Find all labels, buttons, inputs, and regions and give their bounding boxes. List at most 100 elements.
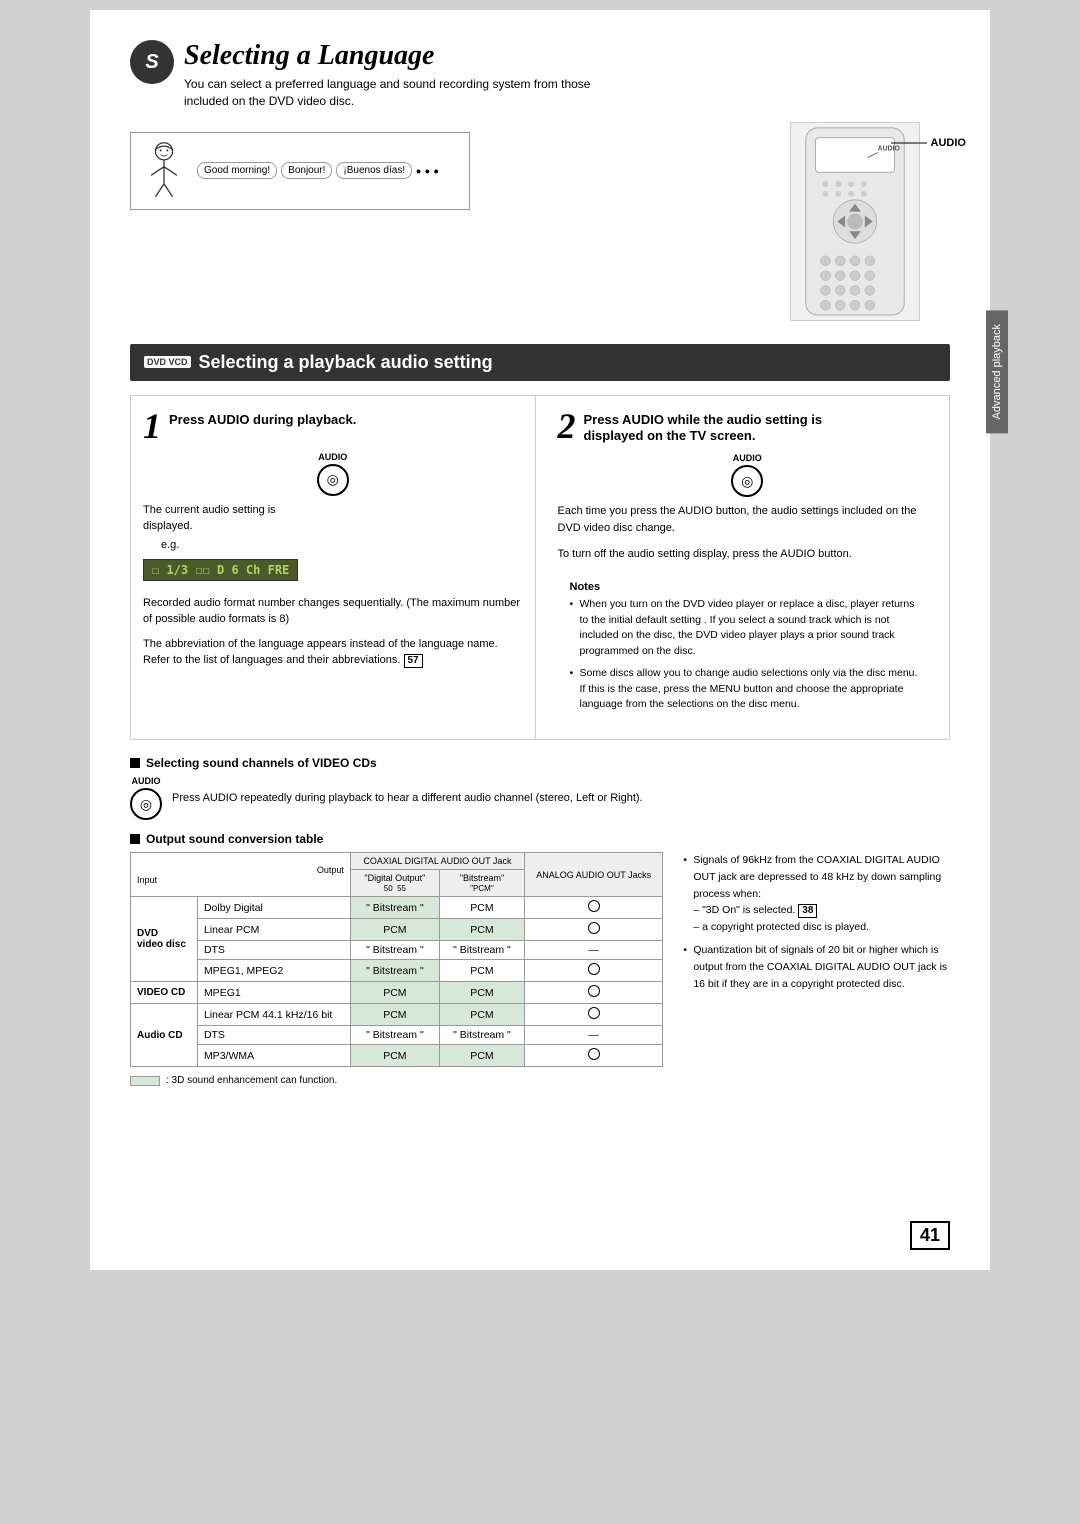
bottom-notes-area: Signals of 96kHz from the COAXIAL DIGITA… xyxy=(683,852,950,1086)
step-2-notes: Notes When you turn on the DVD video pla… xyxy=(558,573,938,727)
section-header: DVD VCD Selecting a playback audio setti… xyxy=(130,344,950,381)
table-cell-mp3wma-analog xyxy=(525,1045,663,1067)
person-figure xyxy=(139,141,189,201)
step-1-body: The current audio setting is displayed. xyxy=(143,502,523,535)
step-2-header: 2 Press AUDIO while the audio setting is… xyxy=(558,408,938,446)
step-2: 2 Press AUDIO while the audio setting is… xyxy=(546,396,950,740)
table-row: VIDEO CD MPEG1 PCM PCM xyxy=(131,982,663,1004)
table-cell-mpeg12: MPEG1, MPEG2 xyxy=(197,960,350,982)
table-cell-dts2: DTS xyxy=(197,1026,350,1045)
table-cell-lpcm441-analog xyxy=(525,1004,663,1026)
table-cell-lpcm: Linear PCM xyxy=(197,919,350,941)
table-group-vcd: VIDEO CD xyxy=(131,982,198,1004)
table-digital-output-header: "Digital Output"50 55 xyxy=(350,870,439,897)
table-cell-dts-analog: — xyxy=(525,941,663,960)
top-area: Good morning! Bonjour! ¡Buenos días! • •… xyxy=(130,122,950,324)
table-row: Audio CD Linear PCM 44.1 kHz/16 bit PCM … xyxy=(131,1004,663,1026)
legend-text: : 3D sound enhancement can function. xyxy=(166,1075,337,1086)
sound-channels-body: AUDIO ◎ Press AUDIO repeatedly during pl… xyxy=(130,776,950,820)
bottom-note-1: Signals of 96kHz from the COAXIAL DIGITA… xyxy=(683,852,950,936)
bottom-notes-list: Signals of 96kHz from the COAXIAL DIGITA… xyxy=(683,852,950,992)
table-cell-mpeg1-pcm: PCM xyxy=(439,982,524,1004)
black-square-icon-2 xyxy=(130,834,140,844)
step-1-audio-button: AUDIO ◎ xyxy=(143,452,523,496)
table-cell-dolby-bs: " Bitstream " xyxy=(350,897,439,919)
output-table-title: Output sound conversion table xyxy=(130,832,950,846)
table-cell-mp3wma: MP3/WMA xyxy=(197,1045,350,1067)
sound-channels-audio-btn: AUDIO ◎ xyxy=(130,776,162,820)
table-cell-mpeg1: MPEG1 xyxy=(197,982,350,1004)
section-icon: DVD VCD xyxy=(144,356,191,369)
table-area: Output Input COAXIAL DIGITAL AUDIO OUT J… xyxy=(130,852,663,1086)
page-title-section: S Selecting a Language You can select a … xyxy=(130,40,950,110)
bottom-area: Output Input COAXIAL DIGITAL AUDIO OUT J… xyxy=(130,852,950,1086)
audio-remote-label: AUDIO xyxy=(891,136,966,150)
table-cell-mpeg12-pcm: PCM xyxy=(439,960,524,982)
step-1-btn-circle: ◎ xyxy=(317,464,349,496)
table-group-dvd: DVDvideo disc xyxy=(131,897,198,982)
table-cell-dts2-pcm: " Bitstream " xyxy=(439,1026,524,1045)
table-cell-dolby-pcm: PCM xyxy=(439,897,524,919)
bubble-good-morning: Good morning! xyxy=(197,162,281,179)
section-title: Selecting a playback audio setting xyxy=(199,352,493,373)
step-1-page-ref: 57 xyxy=(404,654,423,668)
page-title: Selecting a Language xyxy=(184,40,590,72)
table-cell-lpcm-bs: PCM xyxy=(350,919,439,941)
notes-list: When you turn on the DVD video player or… xyxy=(570,597,926,713)
steps-container: 1 Press AUDIO during playback. AUDIO ◎ T… xyxy=(130,395,950,741)
note-item-2: Some discs allow you to change audio sel… xyxy=(570,666,926,713)
table-cell-lpcm441-bs: PCM xyxy=(350,1004,439,1026)
step-2-body2: To turn off the audio setting display, p… xyxy=(558,546,938,563)
table-cell-dts2-bs: " Bitstream " xyxy=(350,1026,439,1045)
sound-channels-btn-circle: ◎ xyxy=(130,788,162,820)
table-group-audiocd: Audio CD xyxy=(131,1004,198,1067)
step-1-number: 1 xyxy=(143,408,161,444)
table-cell-mp3wma-bs: PCM xyxy=(350,1045,439,1067)
table-cell-mp3wma-pcm: PCM xyxy=(439,1045,524,1067)
black-square-icon xyxy=(130,758,140,768)
table-cell-lpcm-analog xyxy=(525,919,663,941)
remote-area: AUDIO AUDIO xyxy=(790,122,950,324)
step-1-header: 1 Press AUDIO during playback. xyxy=(143,408,523,444)
table-cell-dts-pcm: " Bitstream " xyxy=(439,941,524,960)
step-1-title: Press AUDIO during playback. xyxy=(169,412,356,429)
bottom-note-2: Quantization bit of signals of 20 bit or… xyxy=(683,942,950,992)
step-1-body4: The abbreviation of the language appears… xyxy=(143,636,523,669)
table-row: DTS " Bitstream " " Bitstream " — xyxy=(131,1026,663,1045)
notes-title: Notes xyxy=(570,581,926,593)
bubble-text-bonjour: Bonjour! xyxy=(281,162,332,179)
step-2-number: 2 xyxy=(558,408,576,444)
bubble-text-gm: Good morning! xyxy=(197,162,277,179)
sound-channels-section: Selecting sound channels of VIDEO CDs AU… xyxy=(130,756,950,820)
sound-channels-title: Selecting sound channels of VIDEO CDs xyxy=(130,756,950,770)
step-1-display: ☐ 1/3 ☐☐ D 6 Ch FRE xyxy=(143,559,298,581)
table-cell-dts: DTS xyxy=(197,941,350,960)
step-2-audio-label: AUDIO xyxy=(733,453,762,463)
table-cell-lpcm-pcm: PCM xyxy=(439,919,524,941)
illustration-area: Good morning! Bonjour! ¡Buenos días! • •… xyxy=(130,122,770,210)
ellipsis-dots: • • • xyxy=(416,163,438,179)
table-cell-mpeg1-analog xyxy=(525,982,663,1004)
output-table-section: Output sound conversion table Output Inp… xyxy=(130,832,950,1086)
table-cell-mpeg1-bs: PCM xyxy=(350,982,439,1004)
page-subtitle: You can select a preferred language and … xyxy=(184,76,590,110)
step-1-audio-label: AUDIO xyxy=(318,452,347,462)
remote-svg: AUDIO xyxy=(790,122,920,321)
table-row: Linear PCM PCM PCM xyxy=(131,919,663,941)
table-input-output-header: Output Input xyxy=(131,853,351,897)
step-2-audio-button: AUDIO ◎ xyxy=(558,453,938,497)
table-cell-lpcm441: Linear PCM 44.1 kHz/16 bit xyxy=(197,1004,350,1026)
legend-box xyxy=(130,1076,160,1086)
table-row: MP3/WMA PCM PCM xyxy=(131,1045,663,1067)
step-1-body3: Recorded audio format number changes seq… xyxy=(143,595,523,628)
section-tab: Advanced playback xyxy=(986,310,1008,433)
bubble-text-buenos: ¡Buenos días! xyxy=(336,162,412,179)
table-cell-dts2-analog: — xyxy=(525,1026,663,1045)
page-number: 41 xyxy=(910,1221,950,1250)
speech-bubbles: Good morning! Bonjour! ¡Buenos días! • •… xyxy=(130,132,470,210)
sound-channels-text: Press AUDIO repeatedly during playback t… xyxy=(172,790,643,807)
table-coaxial-header: COAXIAL DIGITAL AUDIO OUT Jack xyxy=(350,853,524,870)
table-row: MPEG1, MPEG2 " Bitstream " PCM xyxy=(131,960,663,982)
title-icon-letter: S xyxy=(145,51,158,74)
table-cell-lpcm441-pcm: PCM xyxy=(439,1004,524,1026)
